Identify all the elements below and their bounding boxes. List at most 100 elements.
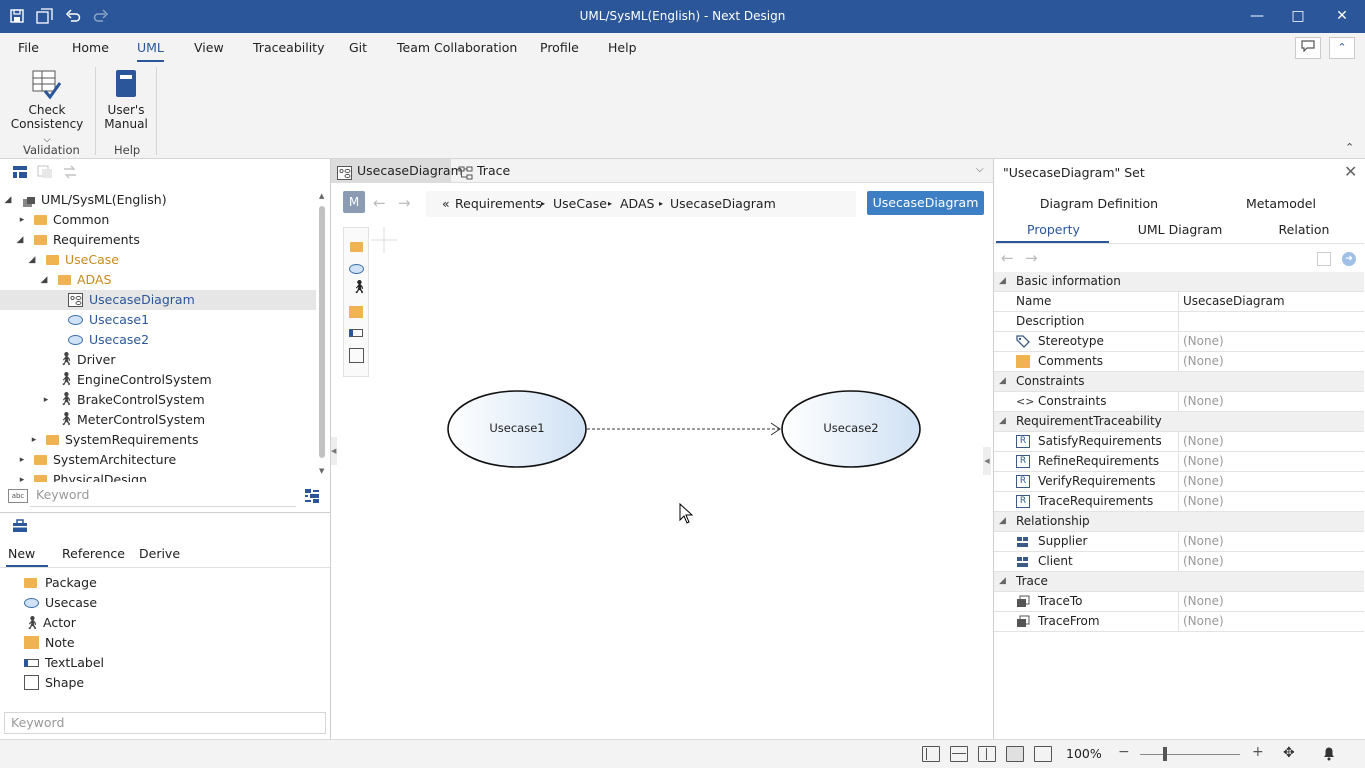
menu-profile[interactable]: Profile	[540, 40, 579, 55]
stereotype-field[interactable]: (None)	[1178, 332, 1364, 352]
category-requirement-traceability[interactable]: ◢ RequirementTraceability	[994, 412, 1364, 432]
constraints-field[interactable]: (None)	[1178, 392, 1364, 412]
tree-item-systemrequirements[interactable]: ▸ SystemRequirements	[0, 430, 316, 450]
maximize-button[interactable]: □	[1275, 0, 1321, 33]
tree-item-common[interactable]: ▸ Common	[0, 210, 316, 230]
close-window-button[interactable]: ✕	[1319, 0, 1365, 33]
supplier-field[interactable]: (None)	[1178, 532, 1364, 552]
filter-icon[interactable]	[304, 488, 320, 507]
tree-scrollbar[interactable]: ▲ ▼	[318, 192, 326, 477]
save-icon[interactable]	[8, 8, 26, 26]
folder-icon	[34, 230, 47, 250]
traceto-field[interactable]: (None)	[1178, 592, 1364, 612]
toolbox-item-note[interactable]: Note	[24, 633, 75, 653]
fit-to-screen-icon[interactable]: ✥	[1283, 745, 1295, 761]
tab-metamodel[interactable]: Metamodel	[1216, 196, 1346, 211]
toolbox-tab-derive[interactable]: Derive	[139, 546, 180, 561]
trace-requirements-field[interactable]: (None)	[1178, 492, 1364, 512]
tree-item-metercontrolsystem[interactable]: 🚶︎ MeterControlSystem	[0, 410, 316, 430]
right-panel-toggle[interactable]: ◀	[983, 447, 991, 475]
prop-row-verify: R VerifyRequirements (None)	[994, 472, 1364, 492]
tree-item-usecasediagram[interactable]: UsecaseDiagram	[0, 290, 316, 310]
tree-item-brakecontrolsystem[interactable]: ▸ 🚶︎ BrakeControlSystem	[0, 390, 316, 410]
tree-item-adas[interactable]: ◢ ADAS	[0, 270, 316, 290]
tracefrom-field[interactable]: (None)	[1178, 612, 1364, 632]
toolbox-item-textlabel[interactable]: TextLabel	[24, 653, 104, 673]
layout-single-icon[interactable]	[922, 746, 940, 762]
menu-team-collaboration[interactable]: Team Collaboration	[397, 40, 517, 55]
toolbox-tab-reference[interactable]: Reference	[62, 546, 125, 561]
sync-icon[interactable]	[62, 165, 78, 182]
model-navigator: ◢ UML/SysML(English) ▸ Common ◢ Requirem…	[0, 159, 331, 739]
redo-icon[interactable]	[92, 8, 110, 26]
collapse-ribbon-button[interactable]: ⌃	[1329, 37, 1355, 59]
tree-item-physicaldesign[interactable]: ▸ PhysicalDesign	[0, 470, 316, 482]
tree-item-requirements[interactable]: ◢ Requirements	[0, 230, 316, 250]
copy-icon[interactable]	[37, 165, 53, 182]
tab-diagram-definition[interactable]: Diagram Definition	[1034, 196, 1164, 211]
description-field[interactable]	[1178, 312, 1364, 332]
tab-uml-diagram[interactable]: UML Diagram	[1120, 222, 1240, 237]
close-inspector-icon[interactable]: ✕	[1344, 162, 1357, 181]
client-field[interactable]: (None)	[1178, 552, 1364, 572]
toolbox-item-actor[interactable]: 🚶︎ Actor	[24, 613, 76, 633]
left-panel-toggle[interactable]: ◀	[331, 437, 337, 465]
category-basic-information[interactable]: ◢ Basic information	[994, 272, 1364, 292]
toolbox-item-usecase[interactable]: Usecase	[24, 593, 97, 613]
comments-field[interactable]: (None)	[1178, 352, 1364, 372]
inspector-back-icon[interactable]: ←	[1001, 249, 1014, 267]
notification-bell-icon[interactable]	[1322, 745, 1336, 764]
satisfy-field[interactable]: (None)	[1178, 432, 1364, 452]
zoom-in-button[interactable]: +	[1252, 744, 1264, 760]
screenshot-icon[interactable]	[1034, 746, 1052, 762]
inspector-forward-icon[interactable]: →	[1025, 249, 1038, 267]
zoom-slider-thumb[interactable]	[1163, 747, 1167, 761]
menu-traceability[interactable]: Traceability	[253, 40, 324, 55]
category-constraints[interactable]: ◢ Constraints	[994, 372, 1364, 392]
ribbon-collapse-icon[interactable]: ⌃	[1345, 141, 1354, 154]
category-trace[interactable]: ◢ Trace	[994, 572, 1364, 592]
navigate-icon[interactable]: ➜	[1342, 252, 1356, 266]
menu-home[interactable]: Home	[72, 40, 109, 55]
zoom-slider[interactable]	[1140, 754, 1240, 755]
tab-relation[interactable]: Relation	[1264, 222, 1344, 237]
check-consistency-button[interactable]: Check Consistency ⌵	[8, 67, 86, 147]
refine-field[interactable]: (None)	[1178, 452, 1364, 472]
layout-vertical-icon[interactable]	[978, 746, 996, 762]
toolbox-tab-new[interactable]: New	[8, 546, 35, 561]
tree-layout-icon[interactable]	[12, 165, 28, 182]
verify-field[interactable]: (None)	[1178, 472, 1364, 492]
connector-mode-icon[interactable]	[1006, 746, 1024, 762]
menu-file[interactable]: File	[18, 40, 39, 55]
layout-horizontal-icon[interactable]	[950, 746, 968, 762]
requirement-icon: R	[1016, 455, 1030, 468]
tab-property[interactable]: Property	[996, 222, 1111, 237]
tree-scrollbar-thumb[interactable]	[319, 206, 325, 458]
menu-uml[interactable]: UML	[137, 40, 164, 62]
minimize-button[interactable]: —	[1234, 0, 1280, 33]
category-relationship[interactable]: ◢ Relationship	[994, 512, 1364, 532]
toolbox-item-shape[interactable]: Shape	[24, 673, 84, 693]
tree-item-enginecontrolsystem[interactable]: 🚶︎ EngineControlSystem	[0, 370, 316, 390]
tree-search-input[interactable]: Keyword	[30, 485, 296, 507]
zoom-out-button[interactable]: −	[1118, 744, 1130, 760]
name-field[interactable]: UsecaseDiagram	[1178, 292, 1364, 312]
users-manual-button[interactable]: User's Manual	[100, 67, 152, 131]
tree-item-usecase1[interactable]: Usecase1	[0, 310, 316, 330]
tree-item-driver[interactable]: 🚶︎ Driver	[0, 350, 316, 370]
undo-icon[interactable]	[64, 8, 82, 26]
tree-item-usecase[interactable]: ◢ UseCase	[0, 250, 316, 270]
tree-item-systemarchitecture[interactable]: ▸ SystemArchitecture	[0, 450, 316, 470]
tree-item-root[interactable]: ◢ UML/SysML(English)	[0, 190, 316, 210]
menu-git[interactable]: Git	[349, 40, 367, 55]
model-jump-icon[interactable]	[1317, 252, 1331, 266]
diagram-canvas[interactable]	[331, 159, 993, 739]
menu-view[interactable]: View	[194, 40, 224, 55]
menu-help[interactable]: Help	[608, 40, 637, 55]
tree-item-usecase2[interactable]: Usecase2	[0, 330, 316, 350]
feedback-button[interactable]	[1295, 37, 1321, 59]
save-all-icon[interactable]	[36, 8, 54, 26]
dependency-edge[interactable]	[587, 422, 781, 436]
toolbox-item-package[interactable]: Package	[24, 573, 97, 593]
toolbox-search-input[interactable]: Keyword	[4, 712, 326, 734]
